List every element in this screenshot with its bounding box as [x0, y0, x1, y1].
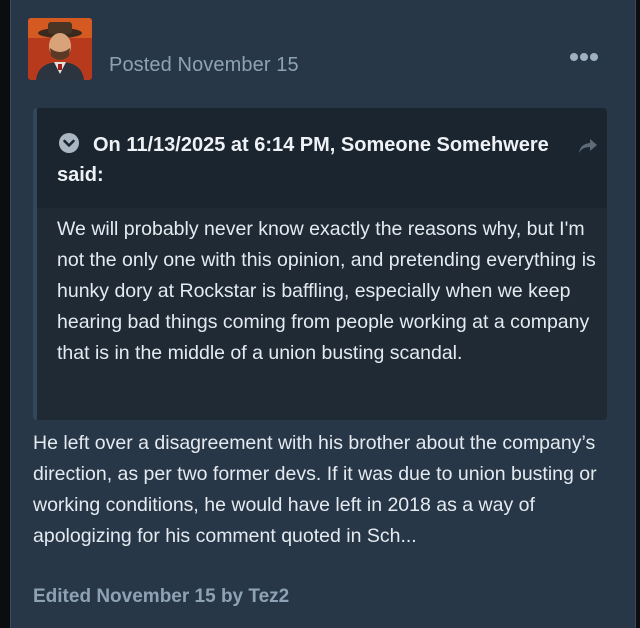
edited-note: Edited November 15 by Tez2	[33, 586, 290, 607]
quote-body: We will probably never know exactly the …	[57, 218, 596, 364]
quote-block: On 11/13/2025 at 6:14 PM, Someone Somehw…	[33, 108, 607, 420]
author-avatar[interactable]	[28, 18, 92, 80]
share-arrow-icon[interactable]	[577, 136, 599, 156]
post-body: He left over a disagreement with his bro…	[33, 432, 597, 547]
forum-post: Posted November 15 On 11/13/2025 at 6:14…	[10, 0, 636, 628]
quote-citation: On 11/13/2025 at 6:14 PM, Someone Somehw…	[57, 134, 549, 186]
posted-date: Posted November 15	[109, 54, 299, 76]
more-options-icon[interactable]	[567, 50, 601, 64]
